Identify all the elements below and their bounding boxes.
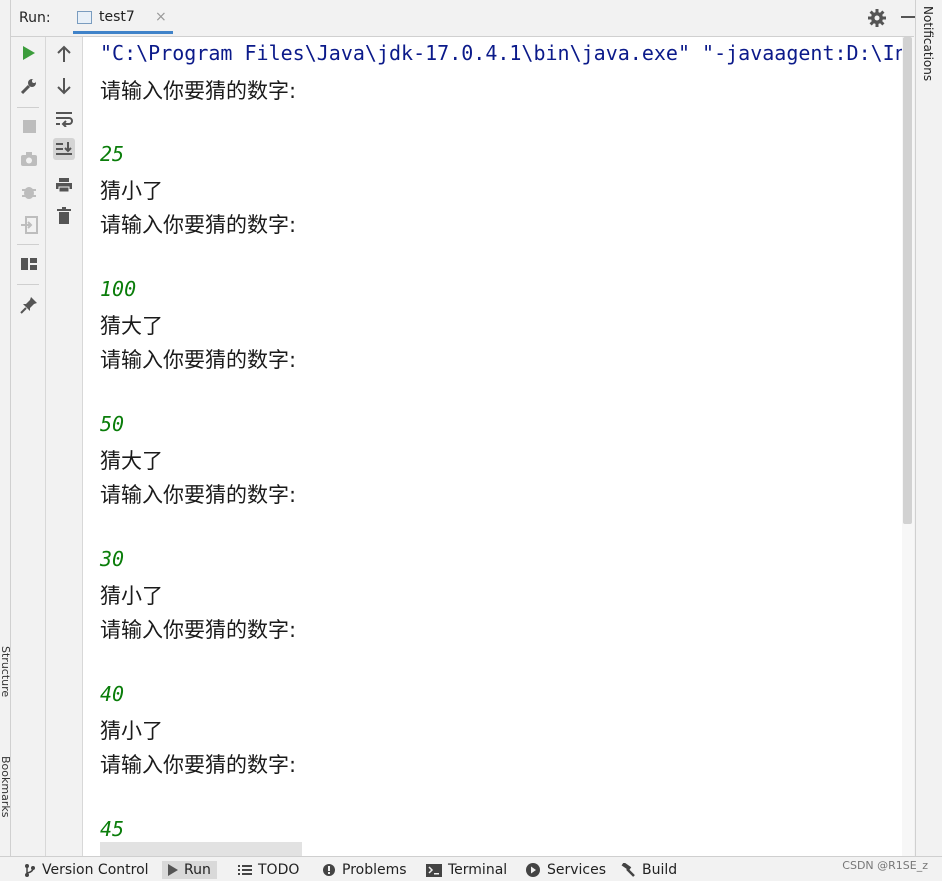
console-output[interactable]: "C:\Program Files\Java\jdk-17.0.4.1\bin\… — [83, 37, 914, 856]
todo-label: TODO — [258, 862, 300, 878]
console-output-line: 猜小了 — [100, 179, 163, 203]
debug-button[interactable] — [18, 181, 40, 203]
print-button[interactable] — [53, 174, 75, 196]
wrench-icon — [20, 79, 36, 95]
console-output-line: 请输入你要猜的数字: — [100, 753, 297, 777]
run-tab[interactable]: Run — [162, 861, 217, 879]
stop-button[interactable] — [18, 115, 40, 137]
toolbar-separator — [17, 107, 39, 108]
layout-button[interactable] — [18, 253, 40, 275]
scroll-down-button[interactable] — [53, 75, 75, 97]
hammer-icon — [621, 863, 635, 877]
console-output-line: 请输入你要猜的数字: — [100, 348, 297, 372]
services-icon — [526, 863, 540, 877]
problems-tab[interactable]: Problems — [322, 861, 407, 879]
console-output-line: 猜大了 — [100, 314, 163, 338]
run-icon — [168, 864, 178, 876]
console-cut-off-line — [100, 842, 302, 856]
console-user-input: 30 — [100, 547, 125, 571]
console-icon — [77, 11, 92, 24]
run-actions-toolbar — [11, 37, 46, 856]
todo-tab[interactable]: TODO — [238, 861, 299, 879]
console-output-line: 猜小了 — [100, 719, 163, 743]
services-label: Services — [547, 862, 607, 878]
problems-icon — [323, 864, 335, 876]
dump-threads-button[interactable] — [18, 148, 40, 170]
version-control-tab[interactable]: Version Control — [24, 861, 149, 879]
rerun-button[interactable] — [18, 42, 40, 64]
console-user-input: 25 — [100, 142, 125, 166]
trash-icon — [57, 206, 71, 224]
pin-icon — [20, 297, 37, 314]
console-user-input: 45 — [100, 817, 125, 841]
console-output-line: 猜小了 — [100, 584, 163, 608]
run-icon — [23, 46, 35, 60]
arrow-down-icon — [57, 78, 71, 95]
pin-tab-button[interactable] — [18, 294, 40, 316]
console-user-input: 100 — [100, 277, 137, 301]
problems-label: Problems — [342, 862, 407, 878]
console-scrollbar[interactable] — [902, 37, 914, 856]
print-icon — [56, 178, 72, 193]
build-label: Build — [642, 862, 678, 878]
exit-button[interactable] — [18, 214, 40, 236]
version-control-label: Version Control — [42, 862, 149, 878]
branch-icon — [25, 864, 35, 877]
tab-test7[interactable]: test7 × — [73, 4, 173, 34]
layout-icon — [21, 258, 37, 270]
run-tab-label: Run — [184, 862, 211, 878]
terminal-label: Terminal — [448, 862, 508, 878]
bug-icon — [22, 187, 36, 199]
console-command-line: "C:\Program Files\Java\jdk-17.0.4.1\bin\… — [100, 41, 914, 65]
scroll-to-end-icon — [56, 142, 72, 155]
console-output-line: 请输入你要猜的数字: — [100, 213, 297, 237]
console-user-input: 40 — [100, 682, 125, 706]
console-output-line: 请输入你要猜的数字: — [100, 618, 297, 642]
camera-icon — [21, 151, 37, 166]
clear-all-button[interactable] — [53, 204, 75, 226]
terminal-icon — [426, 863, 442, 877]
run-tool-window-header: Run: test7 × — [11, 0, 915, 37]
build-tab[interactable]: Build — [620, 861, 677, 879]
gear-icon[interactable] — [867, 8, 887, 28]
left-tool-strip: Structure Bookmarks — [0, 0, 12, 856]
notifications-tool-tab[interactable]: Notifications — [921, 6, 935, 81]
scroll-to-end-button[interactable] — [53, 138, 75, 160]
terminal-tab[interactable]: Terminal — [426, 861, 507, 879]
soft-wrap-icon — [56, 112, 73, 127]
minimize-icon[interactable] — [901, 16, 915, 18]
services-tab[interactable]: Services — [525, 861, 606, 879]
stop-icon — [22, 119, 36, 133]
tool-window-bar: Version Control Run TODO Problems Termin… — [0, 856, 942, 881]
soft-wrap-button[interactable] — [53, 108, 75, 130]
modify-config-button[interactable] — [18, 75, 40, 97]
console-actions-toolbar — [46, 37, 83, 856]
watermark: CSDN @R1SE_z — [842, 859, 928, 872]
console-output-line: 猜大了 — [100, 449, 163, 473]
arrow-up-icon — [57, 45, 71, 62]
toolbar-separator — [17, 244, 39, 245]
scrollbar-thumb[interactable] — [903, 37, 912, 524]
run-window-title: Run: — [19, 10, 51, 26]
list-icon — [238, 865, 252, 875]
right-tool-strip: Notifications — [915, 0, 942, 856]
scroll-up-button[interactable] — [53, 43, 75, 65]
toolbar-separator — [17, 284, 39, 285]
tab-label: test7 — [99, 9, 135, 25]
close-tab-icon[interactable]: × — [155, 9, 167, 25]
console-output-line: 请输入你要猜的数字: — [100, 79, 297, 103]
console-output-line: 请输入你要猜的数字: — [100, 483, 297, 507]
exit-icon — [21, 216, 38, 234]
console-user-input: 50 — [100, 412, 125, 436]
